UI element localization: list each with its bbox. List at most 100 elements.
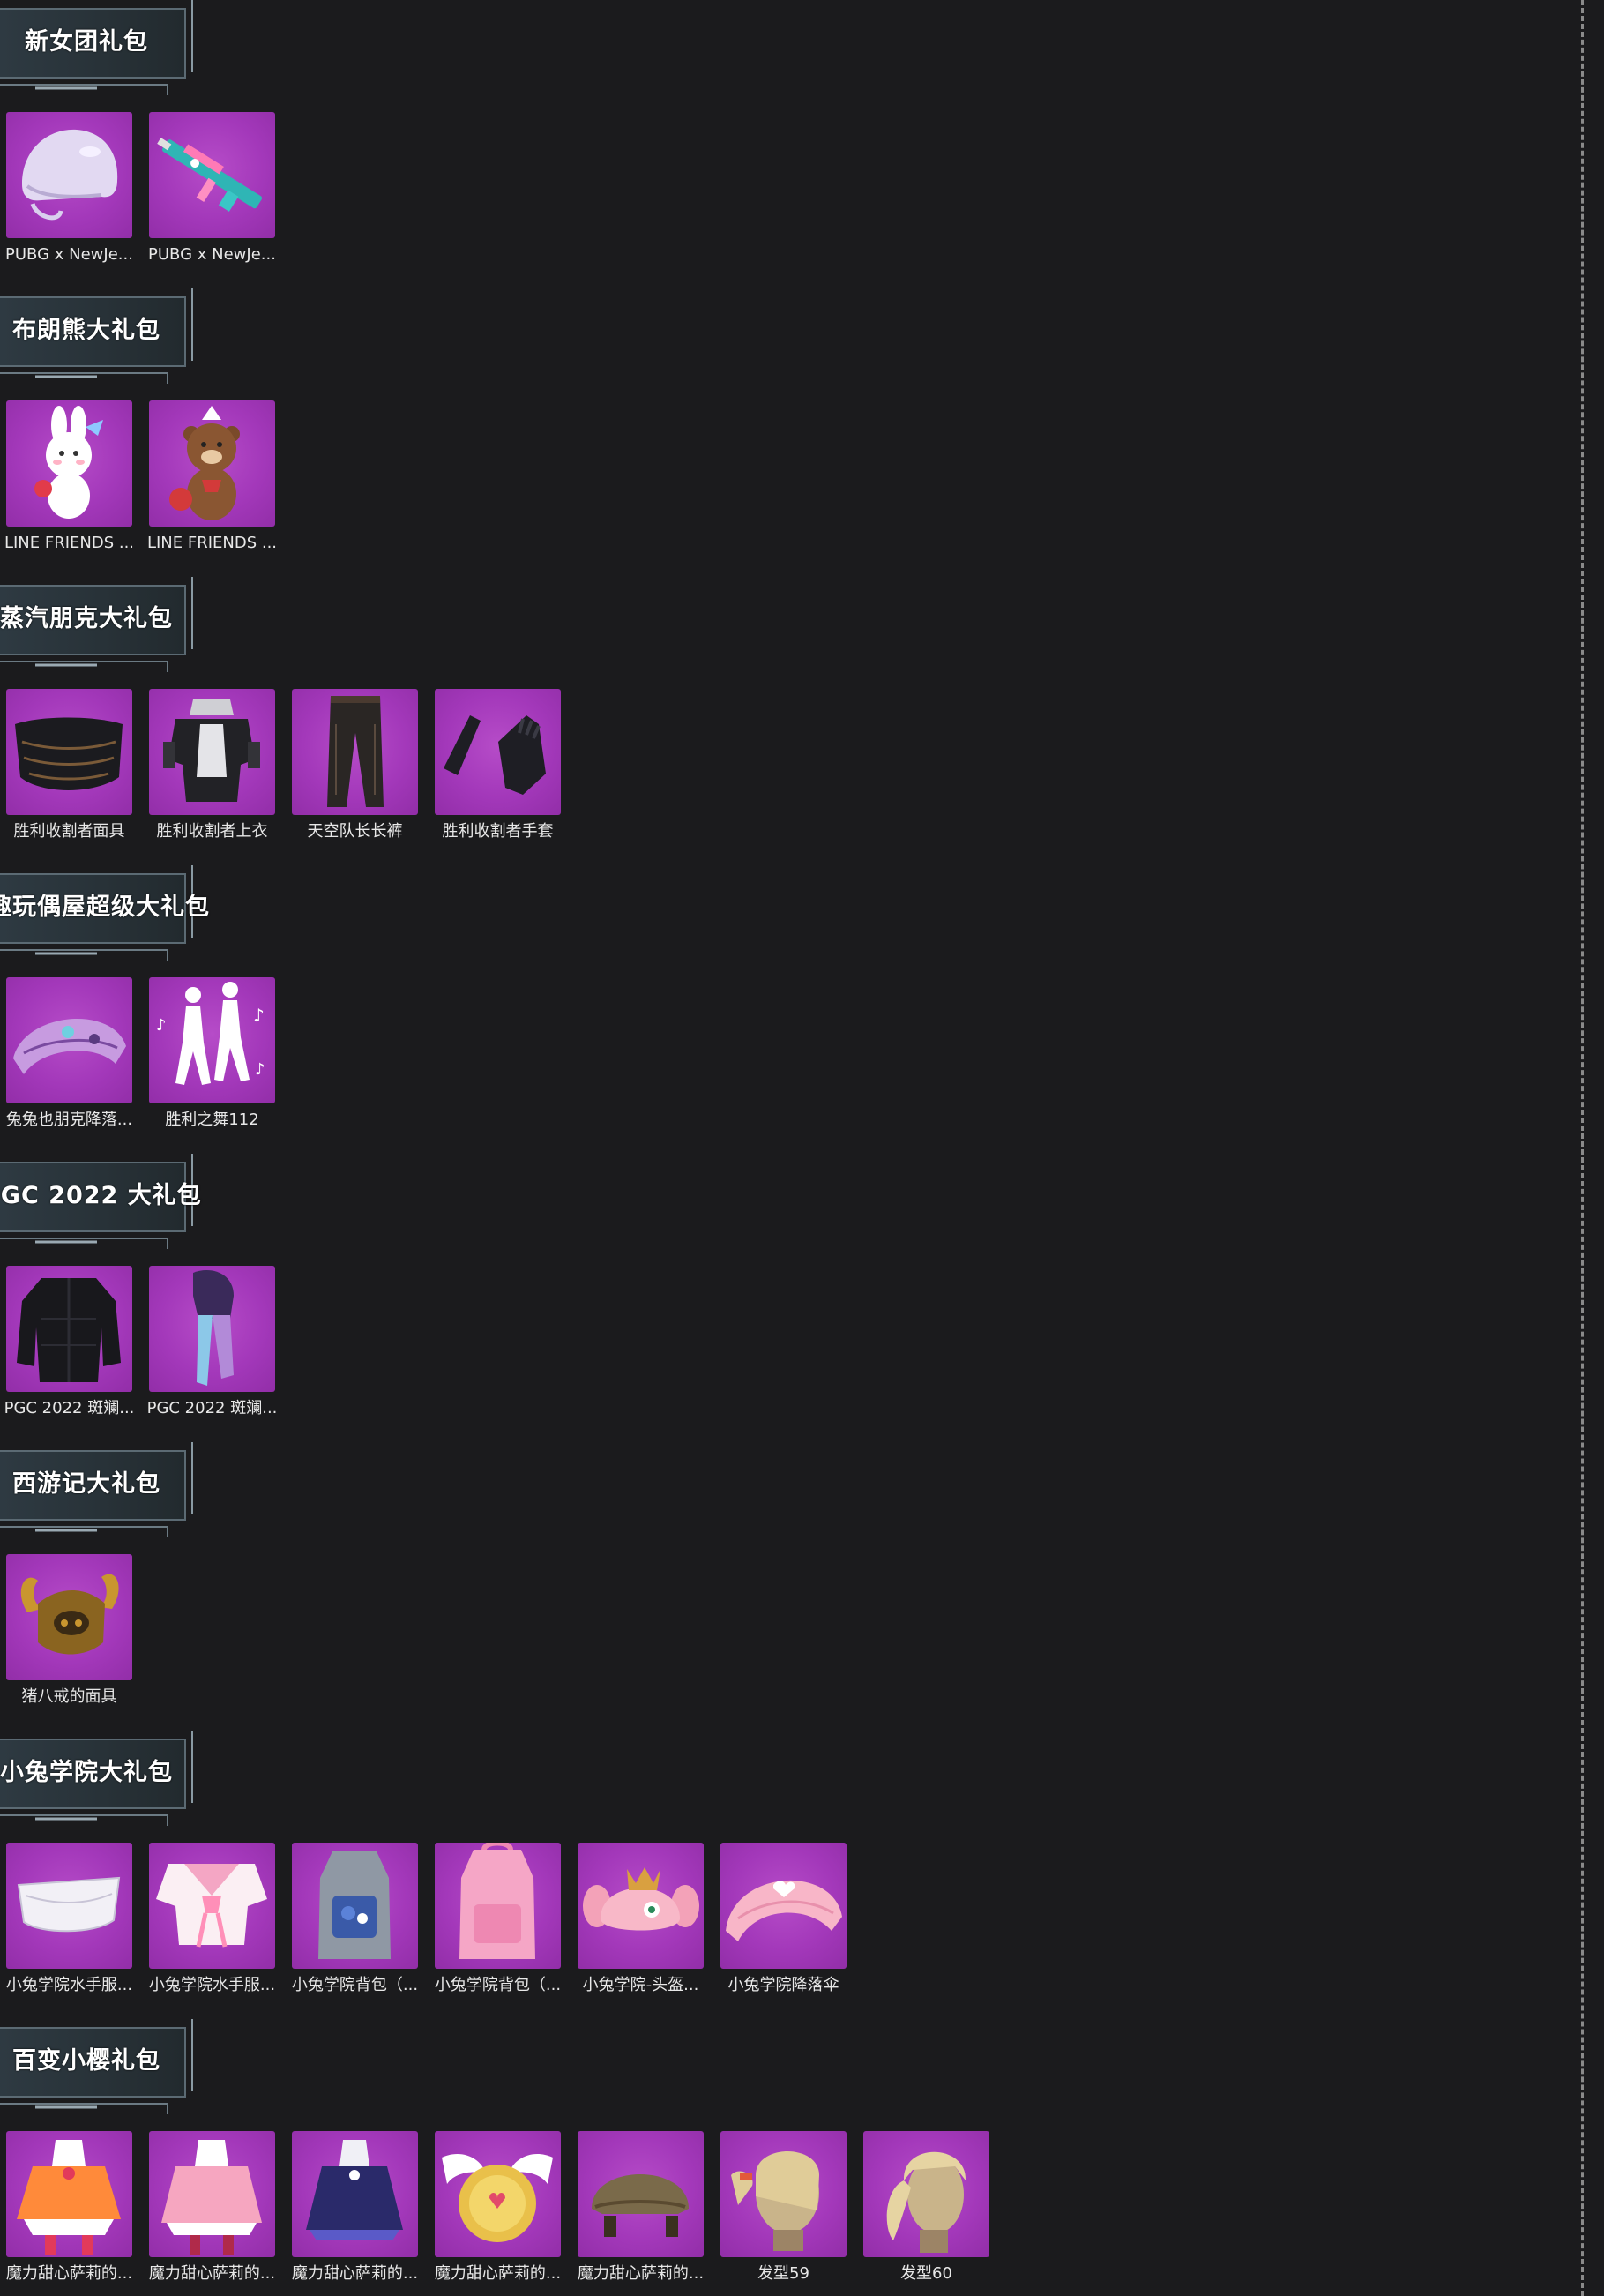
item-tile[interactable]	[6, 689, 132, 815]
item-tile[interactable]	[292, 2131, 418, 2257]
armor-top-icon	[163, 699, 260, 802]
item-tile[interactable]	[720, 1843, 847, 1969]
gift-item[interactable]: 天空队长长裤	[292, 689, 418, 856]
item-tile[interactable]	[149, 400, 275, 527]
item-label: 猪八戒的面具	[21, 1687, 117, 1706]
hood-scarf-icon	[193, 1270, 234, 1386]
section-new-girl-group-pack: 新女团礼包 PUBG x NewJe... PUBG x NewJe...	[0, 0, 1578, 288]
item-tile[interactable]	[292, 1843, 418, 1969]
section-title: 趣玩偶屋超级大礼包	[0, 894, 210, 921]
sailor-shirt-icon	[156, 1864, 267, 1948]
gift-item[interactable]: 小兔学院背包（...	[292, 1843, 418, 2010]
gift-item[interactable]: 发型60	[863, 2131, 989, 2296]
metal-helmet-icon	[592, 2174, 689, 2237]
bear-figure-icon	[169, 406, 240, 520]
helmet-icon	[22, 129, 118, 221]
gift-item[interactable]: 魔力甜心萨莉的...	[435, 2131, 561, 2296]
item-tile[interactable]	[578, 1843, 704, 1969]
item-label: PGC 2022 斑斓...	[4, 1399, 135, 1417]
gift-item[interactable]: 小兔学院背包（...	[435, 1843, 561, 2010]
item-label: LINE FRIENDS ...	[4, 534, 135, 552]
gift-item[interactable]: PUBG x NewJe...	[148, 112, 276, 280]
item-tile[interactable]	[149, 112, 275, 238]
gift-item[interactable]: 小兔学院-头盔...	[578, 1843, 704, 2010]
item-label: PGC 2022 斑斓...	[146, 1399, 278, 1417]
item-tile[interactable]	[6, 977, 132, 1103]
pants-icon	[327, 696, 384, 807]
gift-item[interactable]: 胜利收割者手套	[435, 689, 561, 856]
item-label: 胜利收割者面具	[13, 822, 125, 841]
gift-item[interactable]: 猪八戒的面具	[6, 1554, 132, 1722]
svg-text:♪: ♪	[255, 1060, 265, 1079]
hairstyle-icon	[731, 2151, 819, 2251]
item-label: 小兔学院-头盔...	[582, 1976, 699, 1994]
item-tile[interactable]	[6, 1843, 132, 1969]
item-tile[interactable]	[149, 689, 275, 815]
item-label: 胜利收割者手套	[442, 822, 554, 841]
parachute-icon	[13, 1018, 126, 1074]
item-label: 小兔学院背包（...	[434, 1976, 562, 1994]
section-header: 小兔学院大礼包	[0, 1731, 198, 1828]
gift-item[interactable]: 小兔学院降落伞	[720, 1843, 847, 2010]
section-header: 百变小樱礼包	[0, 2019, 198, 2116]
item-label: PUBG x NewJe...	[5, 245, 133, 264]
gift-item[interactable]: PGC 2022 斑斓...	[147, 1266, 277, 1433]
item-label: 魔力甜心萨莉的...	[434, 2264, 562, 2283]
gift-item[interactable]: 发型59	[720, 2131, 847, 2296]
dress-orange-icon	[17, 2140, 121, 2255]
item-tile[interactable]	[292, 689, 418, 815]
section-title: 布朗熊大礼包	[12, 317, 160, 344]
section-title: PGC 2022 大礼包	[0, 1182, 202, 1209]
item-tile[interactable]	[720, 2131, 847, 2257]
item-label: 发型59	[757, 2264, 809, 2283]
item-tile[interactable]	[435, 1843, 561, 1969]
dress-navy-icon	[306, 2140, 403, 2240]
section-title: 蒸汽朋克大礼包	[0, 605, 173, 632]
item-tile[interactable]	[6, 1554, 132, 1680]
section-dollhouse-pack: 趣玩偶屋超级大礼包 兔兔也朋克降落... ♪ ♪ ♪ 胜利之舞112	[0, 865, 1578, 1154]
item-label: 小兔学院降落伞	[727, 1976, 839, 1994]
item-tile[interactable]	[6, 112, 132, 238]
item-tile[interactable]	[149, 1843, 275, 1969]
item-tile[interactable]	[149, 1266, 275, 1392]
section-sakura-pack: 百变小樱礼包 魔力甜心萨莉的... 魔力甜心萨莉的... 魔力甜心萨莉的... …	[0, 2019, 1578, 2296]
section-header: 新女团礼包	[0, 0, 198, 97]
dress-pink-icon	[161, 2140, 262, 2255]
section-title: 新女团礼包	[25, 28, 148, 56]
dance-emote-icon: ♪ ♪ ♪	[156, 982, 265, 1085]
gift-item[interactable]: 小兔学院水手服...	[6, 1843, 132, 2010]
gift-item[interactable]: 胜利收割者面具	[6, 689, 132, 856]
item-tile[interactable]	[435, 2131, 561, 2257]
gift-item[interactable]: PGC 2022 斑斓...	[4, 1266, 134, 1433]
gift-item[interactable]: 小兔学院水手服...	[149, 1843, 275, 2010]
item-tile[interactable]	[578, 2131, 704, 2257]
bunny-helmet-icon	[583, 1867, 699, 1931]
item-label: 魔力甜心萨莉的...	[5, 2264, 133, 2283]
section-steampunk-pack: 蒸汽朋克大礼包 胜利收割者面具 胜利收割者上衣 天空队长长裤 胜利收割者手套	[0, 577, 1578, 865]
item-tile[interactable]	[863, 2131, 989, 2257]
rifle-icon	[157, 138, 263, 212]
item-label: 兔兔也朋克降落...	[5, 1111, 133, 1129]
gift-item[interactable]: 兔兔也朋克降落...	[6, 977, 132, 1145]
gift-item[interactable]: ♪ ♪ ♪ 胜利之舞112	[149, 977, 275, 1145]
gift-item[interactable]: 魔力甜心萨莉的...	[578, 2131, 704, 2296]
item-tile[interactable]	[6, 400, 132, 527]
section-title: 西游记大礼包	[12, 1470, 160, 1498]
gift-item[interactable]: 魔力甜心萨莉的...	[6, 2131, 132, 2296]
gift-item[interactable]: LINE FRIENDS ...	[4, 400, 134, 568]
gift-item[interactable]: 魔力甜心萨莉的...	[149, 2131, 275, 2296]
section-brown-bear-pack: 布朗熊大礼包 LINE FRIENDS ... LINE FRIENDS ...	[0, 288, 1578, 577]
item-tile[interactable]	[6, 1266, 132, 1392]
gift-item[interactable]: 胜利收割者上衣	[149, 689, 275, 856]
gift-item[interactable]: PUBG x NewJe...	[5, 112, 133, 280]
gift-item[interactable]: 魔力甜心萨莉的...	[292, 2131, 418, 2296]
item-label: LINE FRIENDS ...	[146, 534, 278, 552]
backpack-pink-icon	[459, 1843, 535, 1959]
item-tile[interactable]	[6, 2131, 132, 2257]
item-label: 魔力甜心萨莉的...	[577, 2264, 705, 2283]
backpack-gray-icon	[318, 1851, 391, 1959]
item-tile[interactable]: ♪ ♪ ♪	[149, 977, 275, 1103]
item-tile[interactable]	[435, 689, 561, 815]
gift-item[interactable]: LINE FRIENDS ...	[147, 400, 277, 568]
item-tile[interactable]	[149, 2131, 275, 2257]
